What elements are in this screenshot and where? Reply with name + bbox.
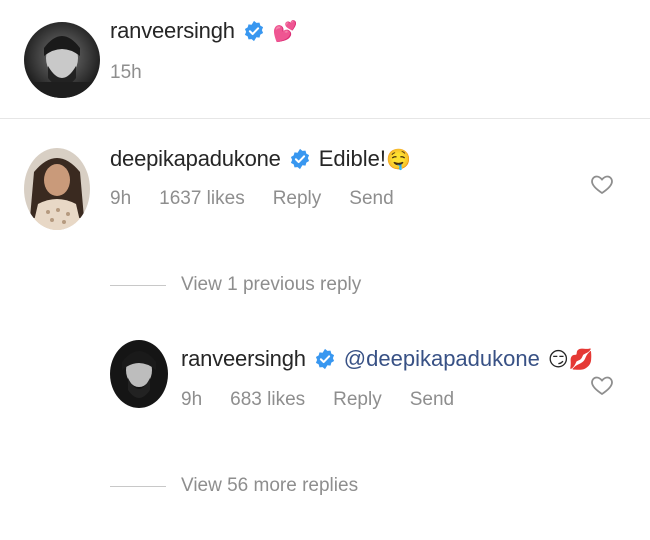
reply-username[interactable]: ranveersingh [181,346,306,372]
comment-text: Edible! [318,146,386,171]
comment-like-heart-icon[interactable] [590,172,614,196]
reply-time: 9h [181,389,203,410]
reply-mention-link[interactable]: @deepikapadukone [344,346,540,372]
caption-time: 15h [110,62,142,83]
reply-likes[interactable]: 683 likes [230,389,305,411]
verified-badge-icon [244,20,263,42]
comment-username[interactable]: deepikapadukone [110,146,281,172]
reply-emoji: 😏💋 [547,348,594,371]
comment-time: 9h [110,188,132,209]
comment-emoji: 🤤 [386,148,411,171]
caption-avatar[interactable] [24,22,100,98]
comment-reply-button[interactable]: Reply [273,188,322,210]
thread-line [110,486,166,487]
reply-reply-button[interactable]: Reply [333,389,382,411]
verified-badge-icon [315,348,334,370]
comment-likes[interactable]: 1637 likes [159,188,245,210]
thread-line [110,285,166,286]
reply-like-heart-icon[interactable] [590,373,614,397]
comment-send-button[interactable]: Send [349,188,393,210]
verified-badge-icon [290,148,309,170]
comment-avatar[interactable] [24,148,90,230]
caption-emoji: 💕 [272,20,298,43]
view-previous-replies-button[interactable]: View 1 previous reply [181,274,361,296]
divider [0,118,650,119]
reply-avatar[interactable] [110,340,168,408]
caption-username[interactable]: ranveersingh [110,18,235,44]
view-more-replies-button[interactable]: View 56 more replies [181,475,358,497]
reply-send-button[interactable]: Send [410,389,454,411]
